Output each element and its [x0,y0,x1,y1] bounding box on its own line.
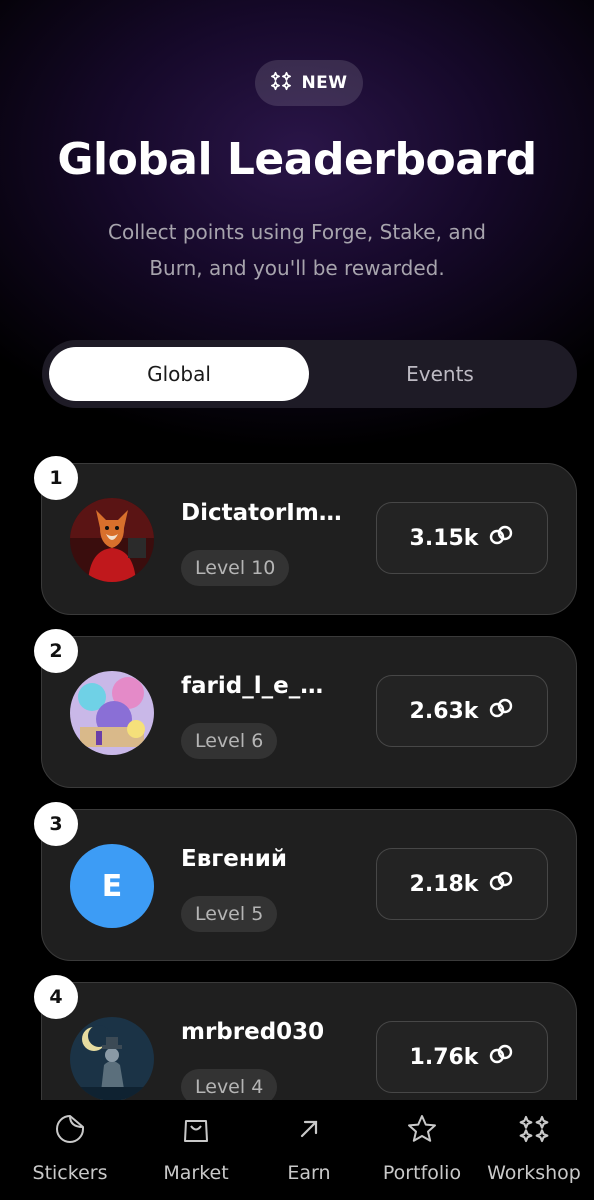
star-icon [405,1112,439,1146]
leaderboard-row[interactable]: 3 E Евгений Level 5 2.18k [34,802,577,961]
page-title: Global Leaderboard [57,134,537,185]
points-value: 2.63k [409,698,479,724]
tab-global[interactable]: Global [49,347,309,401]
player-name: DictatorIm… [181,500,342,526]
leaderboard-row[interactable]: 1 DictatorIm… Level 10 3.15k [34,456,577,615]
level-badge: Level 6 [181,723,278,759]
level-badge: Level 10 [181,550,290,586]
points-button[interactable]: 2.63k [376,675,548,747]
fox-avatar [70,498,154,582]
letter-avatar: E [70,844,154,928]
player-name: farid_l_e_… [181,673,324,699]
subtitle-line-2: Burn, and you'll be rewarded. [149,256,445,280]
nav-item-earn[interactable]: Earn [250,1112,368,1192]
nav-label: Stickers [32,1162,108,1184]
nav-item-stickers[interactable]: Stickers [11,1112,129,1192]
rank-badge: 2 [34,629,78,673]
colorful-art-avatar [70,671,154,755]
nav-label: Workshop [487,1162,581,1184]
nav-label: Earn [287,1162,331,1184]
rank-badge: 3 [34,802,78,846]
sticker-icon [53,1112,87,1146]
new-badge-label: NEW [301,73,348,93]
level-badge: Level 5 [181,896,278,932]
nav-item-workshop[interactable]: Workshop [475,1112,593,1192]
rank-badge: 4 [34,975,78,1019]
points-value: 2.18k [409,871,479,897]
points-button[interactable]: 2.18k [376,848,548,920]
player-name: Евгений [181,846,288,872]
subtitle-line-1: Collect points using Forge, Stake, and [108,220,486,244]
points-button[interactable]: 1.76k [376,1021,548,1093]
bottom-nav: Stickers Market Earn Portfolio Workshop [0,1100,594,1200]
nav-item-market[interactable]: Market [137,1112,255,1192]
level-badge: Level 4 [181,1069,278,1100]
sparkles-icon [517,1112,551,1146]
sparkles-icon [270,70,292,97]
new-badge: NEW [255,60,363,106]
points-button[interactable]: 3.15k [376,502,548,574]
shopping-bag-icon [179,1112,213,1146]
leaderboard-row[interactable]: 2 farid_l_e_… Level 6 2.63k [34,629,577,788]
points-value: 3.15k [409,525,479,551]
page-subtitle: Collect points using Forge, Stake, and B… [40,214,554,286]
main-content: NEW Global Leaderboard Collect points us… [0,0,594,1100]
nav-item-portfolio[interactable]: Portfolio [363,1112,481,1192]
link-icon [488,868,514,900]
night-figure-avatar [70,1017,154,1100]
arrow-up-right-icon [292,1112,326,1146]
rank-badge: 1 [34,456,78,500]
leaderboard-tabs: Global Events [42,340,577,408]
player-name: mrbred030 [181,1019,325,1045]
tab-events[interactable]: Events [310,347,570,401]
link-icon [488,695,514,727]
leaderboard-row[interactable]: 4 mrbred030 Level 4 1.76k [34,975,577,1100]
link-icon [488,522,514,554]
points-value: 1.76k [409,1044,479,1070]
nav-label: Market [163,1162,229,1184]
nav-label: Portfolio [382,1162,462,1184]
link-icon [488,1041,514,1073]
